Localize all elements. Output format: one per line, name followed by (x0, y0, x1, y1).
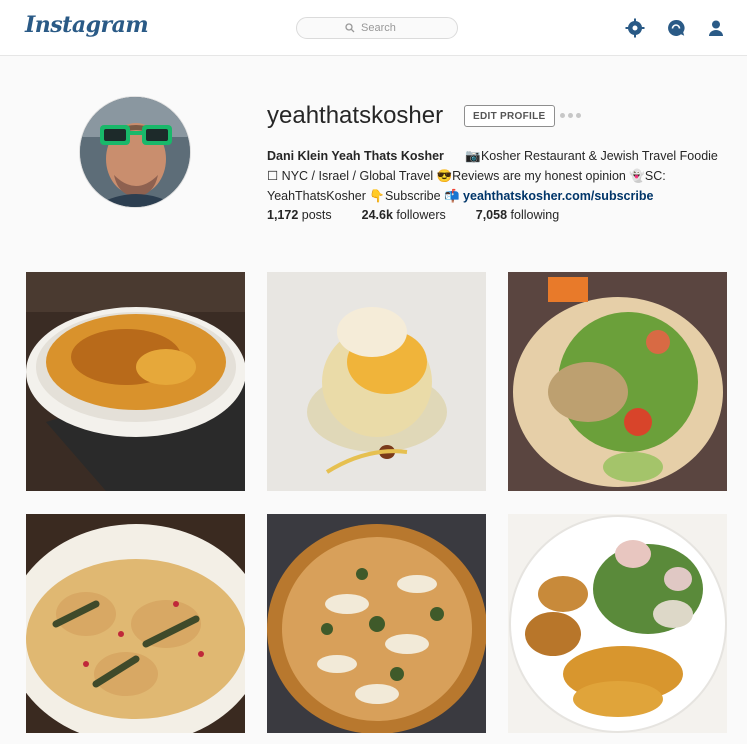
edit-profile-button[interactable]: EDIT PROFILE (464, 105, 555, 127)
explore-icon[interactable] (624, 17, 646, 39)
profile-username: yeahthatskosher (267, 102, 444, 129)
followers-stat[interactable]: 24.6k followers (362, 208, 446, 222)
posts-count: 1,172 (267, 208, 299, 222)
more-options-icon[interactable] (560, 113, 581, 118)
followers-count: 24.6k (361, 208, 393, 222)
pizza-photo (267, 514, 486, 733)
activity-icon[interactable] (665, 17, 687, 39)
following-count: 7,058 (475, 208, 508, 222)
followers-label: followers (396, 208, 446, 222)
profile-full-name: Dani Klein Yeah Thats Kosher (267, 149, 444, 163)
search-icon (345, 23, 355, 33)
posts-label: posts (301, 208, 332, 222)
post-ravioli[interactable] (26, 514, 245, 733)
dessert-cake-photo (267, 272, 486, 491)
profile-avatar[interactable] (79, 96, 191, 208)
search-input[interactable] (361, 22, 409, 34)
search-box[interactable] (296, 17, 458, 39)
more-dot (560, 113, 565, 118)
post-dessert-cake[interactable] (267, 272, 486, 491)
bio-link[interactable]: yeahthatskosher.com/subscribe (463, 189, 653, 203)
post-salad-bowl[interactable] (508, 514, 727, 733)
salad-bowl-photo (508, 514, 727, 733)
following-stat[interactable]: 7,058 following (476, 208, 559, 222)
more-dot (576, 113, 581, 118)
post-creme-brulee[interactable] (26, 272, 245, 491)
posts-stat: 1,172 posts (267, 208, 332, 222)
avatar-photo (80, 97, 190, 207)
profile-bio: Dani Klein Yeah Thats Kosher 📷Kosher Res… (267, 146, 727, 206)
post-pita-sandwich[interactable] (508, 272, 727, 491)
profile-icon[interactable] (705, 17, 727, 39)
profile-stats: 1,172 posts 24.6k followers 7,058 follow… (267, 208, 559, 222)
creme-brulee-photo (26, 272, 245, 491)
post-pizza[interactable] (267, 514, 486, 733)
ravioli-photo (26, 514, 245, 733)
following-label: following (510, 208, 560, 222)
instagram-logo[interactable]: Instagram (25, 12, 149, 38)
more-dot (568, 113, 573, 118)
pita-sandwich-photo (508, 272, 727, 491)
top-navigation-bar: Instagram (0, 0, 747, 56)
